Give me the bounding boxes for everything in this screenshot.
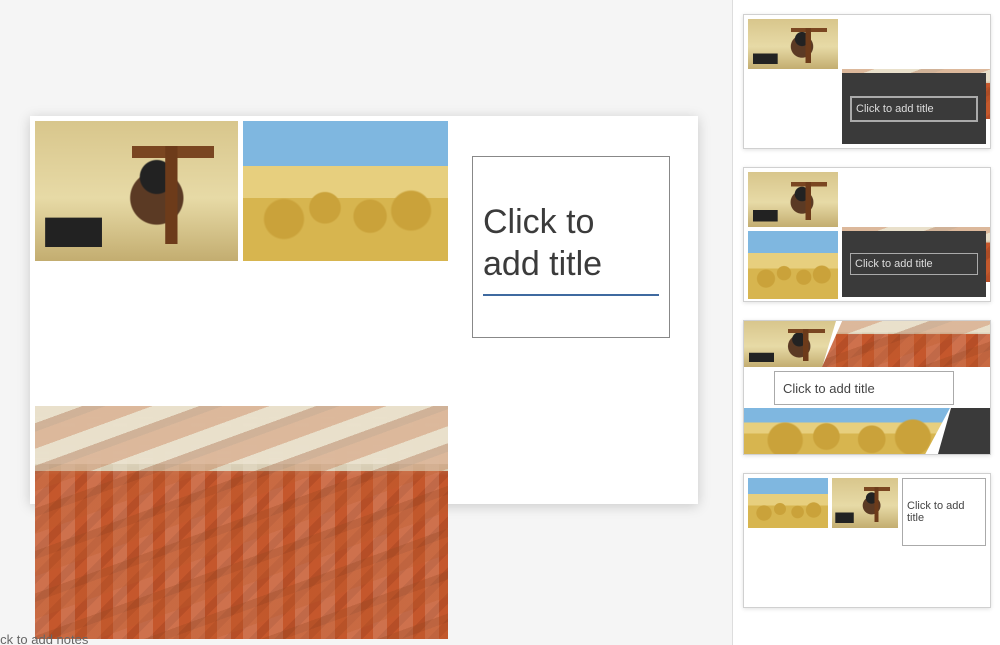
thumb2-title-text: Click to add title — [855, 258, 933, 270]
thumb2-image-wheat — [748, 231, 838, 299]
design-idea-1[interactable]: Click to add title — [743, 14, 991, 149]
thumb1-title-text: Click to add title — [856, 103, 934, 115]
title-placeholder-text: Click to add title — [483, 201, 659, 286]
design-ideas-panel: Click to add title Click to add title Cl… — [732, 0, 1000, 645]
thumb4-image-wheat — [748, 478, 828, 528]
thumb3-image-wheat — [744, 408, 950, 454]
thumb4-title-box: Click to add title — [902, 478, 986, 546]
thumb4-title-text: Click to add title — [907, 500, 981, 524]
thumb3-top-strip — [744, 321, 990, 367]
thumb3-image-chimp — [744, 321, 836, 367]
thumb3-title-text: Click to add title — [783, 381, 875, 396]
design-idea-2[interactable]: Click to add title — [743, 167, 991, 302]
thumb1-dark-panel: Click to add title — [842, 73, 986, 144]
slide-image-chimp[interactable] — [35, 121, 238, 261]
thumb3-title-box: Click to add title — [774, 371, 954, 405]
main-slide[interactable]: Click to add title — [30, 116, 698, 504]
thumb2-image-chimp — [748, 172, 838, 227]
notes-placeholder[interactable]: Click to add notes — [0, 632, 88, 645]
title-placeholder-box[interactable]: Click to add title — [472, 156, 670, 338]
design-idea-4[interactable]: Click to add title — [743, 473, 991, 608]
slide-editor-area: Click to add title Click to add notes — [0, 0, 730, 645]
thumb1-title-box: Click to add title — [850, 96, 978, 122]
thumb2-title-box: Click to add title — [850, 253, 978, 275]
thumb4-image-chimp — [832, 478, 898, 528]
design-idea-3[interactable]: Click to add title — [743, 320, 991, 455]
thumb2-dark-panel: Click to add title — [842, 231, 986, 297]
slide-image-cityscape[interactable] — [35, 406, 448, 639]
thumb3-bottom-strip — [744, 408, 990, 454]
thumb3-image-city — [822, 321, 990, 367]
title-underline — [483, 294, 659, 296]
slide-image-wheat[interactable] — [243, 121, 448, 261]
thumb1-image-chimp — [748, 19, 838, 69]
